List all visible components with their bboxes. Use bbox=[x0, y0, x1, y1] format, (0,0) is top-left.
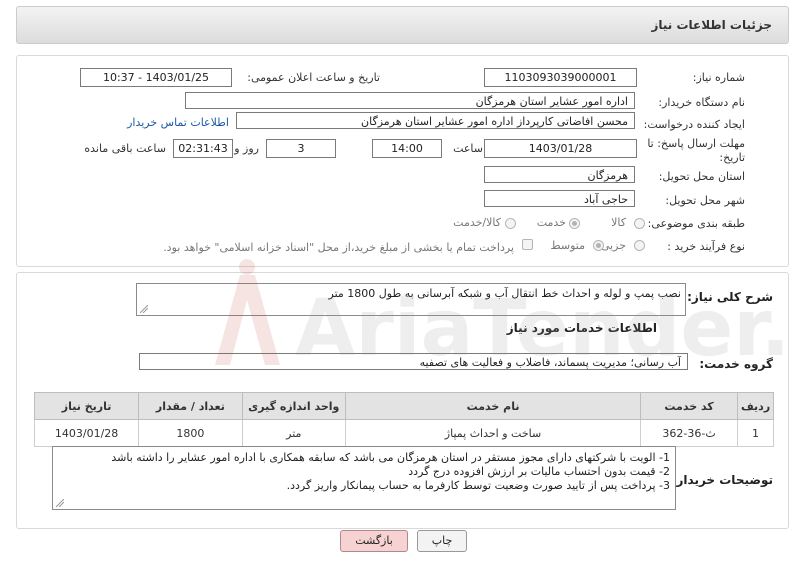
table-row[interactable]: 1 ث-36-362 ساخت و احداث پمپاژ متر 1800 1… bbox=[33, 419, 774, 447]
days-remaining-field: 3 bbox=[266, 139, 336, 158]
category-service-label: خدمت bbox=[536, 216, 566, 229]
category-goods-radio[interactable] bbox=[634, 218, 645, 229]
cell-quantity: 1800 bbox=[138, 419, 243, 447]
deadline-label-line2: تاریخ: bbox=[719, 151, 745, 164]
city-label: شهر محل تحویل: bbox=[665, 194, 745, 207]
buyer-org-label: نام دستگاه خریدار: bbox=[658, 96, 745, 109]
summary-label: شرح کلی نیاز: bbox=[687, 290, 773, 304]
process-minor-radio[interactable] bbox=[634, 240, 645, 251]
page-title: جزئیات اطلاعات نیاز bbox=[651, 18, 772, 32]
province-label: استان محل تحویل: bbox=[658, 170, 745, 183]
need-number-field[interactable]: 1103093039000001 bbox=[484, 68, 637, 87]
treasury-bonds-note: پرداخت تمام یا بخشی از مبلغ خرید،از محل … bbox=[163, 241, 514, 254]
process-type-label: نوع فرآیند خرید : bbox=[667, 240, 745, 253]
remaining-label: ساعت باقی مانده bbox=[84, 142, 166, 155]
deadline-date-field[interactable]: 1403/01/28 bbox=[484, 139, 637, 158]
category-goods-service-label: کالا/خدمت bbox=[453, 216, 501, 229]
deadline-time-field[interactable]: 14:00 bbox=[372, 139, 442, 158]
services-table: ردیف کد خدمت نام خدمت واحد اندازه گیری ت… bbox=[33, 392, 774, 447]
col-service-name: نام خدمت bbox=[344, 392, 642, 420]
remaining-time-field: 02:31:43 bbox=[173, 139, 233, 158]
category-service-radio[interactable] bbox=[569, 218, 580, 229]
col-unit: واحد اندازه گیری bbox=[241, 392, 346, 420]
deadline-label-line1: مهلت ارسال پاسخ: تا bbox=[647, 137, 745, 150]
col-quantity: تعداد / مقدار bbox=[138, 392, 243, 420]
services-section-title: اطلاعات خدمات مورد نیاز bbox=[506, 321, 657, 335]
service-group-label: گروه خدمت: bbox=[699, 357, 773, 371]
buyer-note-line: 3- پرداخت پس از تایید صورت وضعیت توسط کا… bbox=[286, 479, 670, 492]
summary-text: نصب پمپ و لوله و احداث خط انتقال آب و شب… bbox=[328, 287, 682, 300]
category-goods-label: کالا bbox=[611, 216, 626, 229]
requester-field[interactable]: محسن افاضاتی کارپرداز اداره امور عشایر ا… bbox=[236, 112, 635, 129]
buyer-note-line: 1- الویت با شرکتهای دارای مجوز مستقر در … bbox=[111, 451, 670, 464]
resize-grip-icon[interactable] bbox=[140, 305, 148, 313]
services-table-header: ردیف کد خدمت نام خدمت واحد اندازه گیری ت… bbox=[33, 392, 774, 420]
cell-service-name: ساخت و احداث پمپاژ bbox=[344, 419, 642, 447]
process-medium-radio[interactable] bbox=[593, 240, 604, 251]
announce-datetime-label: تاریخ و ساعت اعلان عمومی: bbox=[247, 71, 380, 84]
service-group-field[interactable]: آب رسانی؛ مدیریت پسماند، فاضلاب و فعالیت… bbox=[139, 353, 688, 370]
resize-grip-icon[interactable] bbox=[56, 499, 64, 507]
buyer-org-field[interactable]: اداره امور عشایر استان هرمزگان bbox=[185, 92, 635, 109]
city-field[interactable]: حاجی آباد bbox=[484, 190, 635, 207]
col-row-number: ردیف bbox=[737, 392, 774, 420]
province-field[interactable]: هرمزگان bbox=[484, 166, 635, 183]
back-button[interactable]: بازگشت bbox=[340, 530, 408, 552]
cell-unit: متر bbox=[241, 419, 346, 447]
buyer-contact-link[interactable]: اطلاعات تماس خریدار bbox=[127, 116, 229, 129]
treasury-bonds-checkbox[interactable] bbox=[522, 239, 533, 250]
cell-need-date: 1403/01/28 bbox=[33, 419, 140, 447]
process-medium-label: متوسط bbox=[550, 239, 585, 252]
process-minor-label: جزیی bbox=[600, 239, 626, 252]
cell-row-number: 1 bbox=[737, 419, 774, 447]
col-service-code: کد خدمت bbox=[640, 392, 739, 420]
buyer-note-line: 2- قیمت بدون احتساب مالیات بر ارزش افزود… bbox=[408, 465, 670, 478]
category-goods-service-radio[interactable] bbox=[505, 218, 516, 229]
announce-datetime-field[interactable]: 1403/01/25 - 10:37 bbox=[80, 68, 232, 87]
requester-label: ایجاد کننده درخواست: bbox=[643, 118, 745, 131]
buyer-notes-label: توضیحات خریدار: bbox=[671, 473, 773, 487]
cell-service-code: ث-36-362 bbox=[640, 419, 739, 447]
header-bar: جزئیات اطلاعات نیاز bbox=[16, 6, 789, 44]
summary-textarea[interactable]: نصب پمپ و لوله و احداث خط انتقال آب و شب… bbox=[136, 283, 686, 316]
days-label: روز و bbox=[234, 142, 259, 155]
need-number-label: شماره نیاز: bbox=[692, 71, 745, 84]
category-label: طبقه بندی موضوعی: bbox=[647, 217, 745, 230]
print-button[interactable]: چاپ bbox=[417, 530, 467, 552]
col-need-date: تاریخ نیاز bbox=[33, 392, 140, 420]
buyer-notes-textarea[interactable]: 1- الویت با شرکتهای دارای مجوز مستقر در … bbox=[52, 446, 676, 510]
deadline-time-label: ساعت bbox=[453, 142, 483, 155]
